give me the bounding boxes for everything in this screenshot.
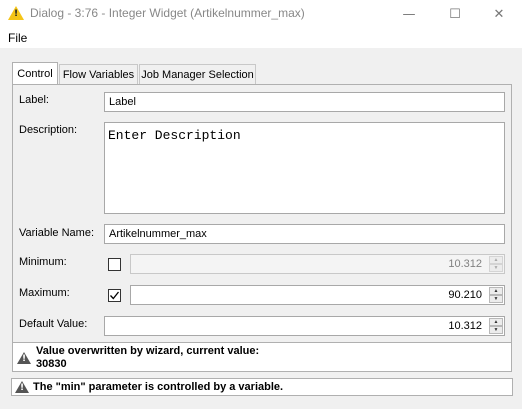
minimum-spinner[interactable]: 10.312 ▲ ▼ [130,254,505,274]
minimize-icon[interactable]: — [386,0,432,28]
default-value-spinner[interactable]: 10.312 ▲ ▼ [104,316,505,336]
variable-warning-box: ! The "min" parameter is controlled by a… [11,378,513,396]
tab-job-manager-selection[interactable]: Job Manager Selection [139,64,256,84]
wizard-warning-line2: 30830 [36,358,67,370]
tab-flow-variables[interactable]: Flow Variables [59,64,138,84]
checkmark-icon [110,291,120,300]
menu-bar: File [0,28,522,48]
title-bar: ! Dialog - 3:76 - Integer Widget (Artike… [0,0,522,28]
variable-name-input[interactable]: Artikelnummer_max [104,224,505,244]
maximum-value: 90.210 [448,289,482,301]
default-value: 10.312 [448,320,482,332]
maximum-increment-icon[interactable]: ▲ [489,287,503,295]
minimum-caption: Minimum: [19,256,67,268]
variable-name-caption: Variable Name: [19,227,94,239]
description-textarea[interactable]: Enter Description [104,122,505,214]
default-increment-icon[interactable]: ▲ [489,318,503,326]
default-decrement-icon[interactable]: ▼ [489,326,503,334]
window-title: Dialog - 3:76 - Integer Widget (Artikeln… [30,6,305,20]
minimum-checkbox[interactable] [108,258,121,271]
wizard-warning-line1: Value overwritten by wizard, current val… [36,345,260,357]
tab-control[interactable]: Control [12,62,58,84]
maximum-decrement-icon[interactable]: ▼ [489,295,503,303]
variable-warning-text: The "min" parameter is controlled by a v… [33,381,284,393]
label-input[interactable]: Label [104,92,505,112]
label-caption: Label: [19,94,49,106]
maximum-spinner[interactable]: 90.210 ▲ ▼ [130,285,505,305]
default-value-caption: Default Value: [19,318,88,330]
maximize-icon[interactable]: ☐ [432,0,478,28]
menu-file[interactable]: File [8,31,27,45]
maximum-checkbox[interactable] [108,289,121,302]
minimum-increment-icon[interactable]: ▲ [489,256,503,264]
minimum-decrement-icon[interactable]: ▼ [489,264,503,272]
wizard-warning-box: ! Value overwritten by wizard, current v… [12,342,512,372]
description-caption: Description: [19,124,78,136]
minimum-value: 10.312 [448,258,482,270]
close-icon[interactable]: ✕ [476,0,522,28]
maximum-caption: Maximum: [19,287,70,299]
